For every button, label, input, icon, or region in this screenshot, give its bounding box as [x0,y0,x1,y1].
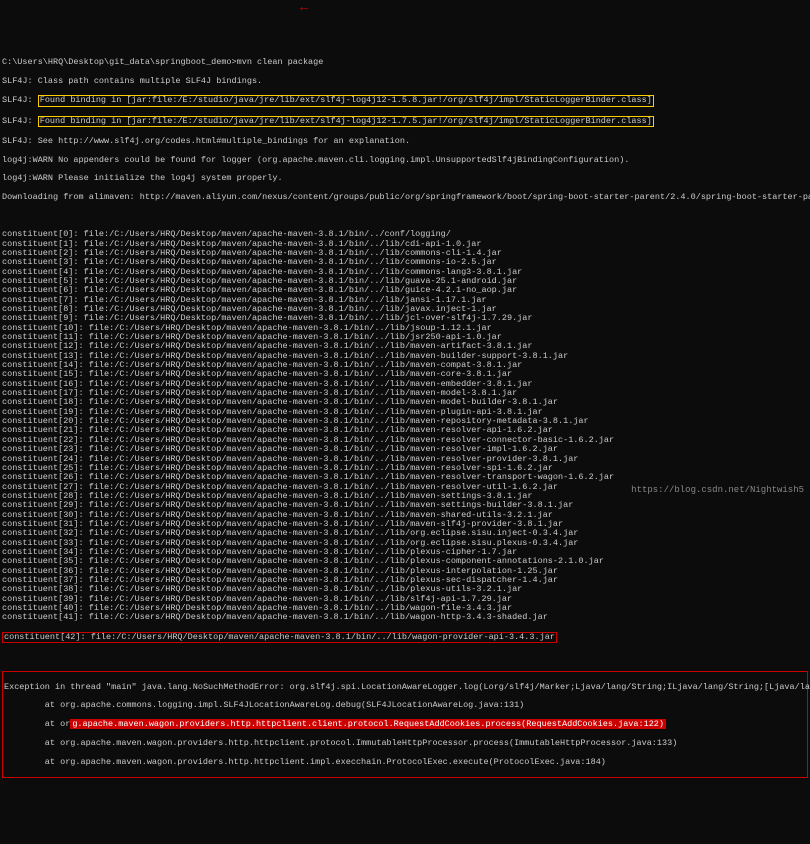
constituent-line: constituent[38]: file:/C:/Users/HRQ/Desk… [2,585,808,594]
constituent-line: constituent[41]: file:/C:/Users/HRQ/Desk… [2,613,808,622]
constituent-list: constituent[0]: file:/C:/Users/HRQ/Deskt… [2,230,808,622]
constituent-line-red: constituent[42]: file:/C:/Users/HRQ/Desk… [2,632,808,643]
slf4j-info-line: SLF4J: See http://www.slf4j.org/codes.ht… [2,137,808,146]
constituent-line: constituent[40]: file:/C:/Users/HRQ/Desk… [2,604,808,613]
exception-block: Exception in thread "main" java.lang.NoS… [2,671,808,778]
constituent-line: constituent[34]: file:/C:/Users/HRQ/Desk… [2,548,808,557]
constituent-line: constituent[32]: file:/C:/Users/HRQ/Desk… [2,529,808,538]
command-prompt-line: C:\Users\HRQ\Desktop\git_data\springboot… [2,58,808,67]
constituent-line: constituent[37]: file:/C:/Users/HRQ/Desk… [2,576,808,585]
constituent-line: constituent[30]: file:/C:/Users/HRQ/Desk… [2,511,808,520]
watermark-text: https://blog.csdn.net/Nightwish5 [631,486,804,496]
constituent-line: constituent[33]: file:/C:/Users/HRQ/Desk… [2,539,808,548]
log4j-warn-line: log4j:WARN No appenders could be found f… [2,156,808,165]
slf4j-binding-line: SLF4J: Found binding in [jar:file:/E:/st… [2,116,808,127]
constituent-line: constituent[31]: file:/C:/Users/HRQ/Desk… [2,520,808,529]
binding-highlight-2: Found binding in [jar:file:/E:/studio/ja… [38,116,654,127]
download-line: Downloading from alimaven: http://maven.… [2,193,808,202]
constituent-line: constituent[29]: file:/C:/Users/HRQ/Desk… [2,501,808,510]
stack-trace-line: at org.apache.commons.logging.impl.SLF4J… [4,701,806,710]
constituent-line: constituent[35]: file:/C:/Users/HRQ/Desk… [2,557,808,566]
constituent-line: constituent[36]: file:/C:/Users/HRQ/Desk… [2,567,808,576]
log4j-warn-line: log4j:WARN Please initialize the log4j s… [2,174,808,183]
constituent-line: constituent[39]: file:/C:/Users/HRQ/Desk… [2,595,808,604]
stack-trace-line: at org.apache.maven.wagon.providers.http… [4,758,806,767]
slf4j-binding-line: SLF4J: Found binding in [jar:file:/E:/st… [2,95,808,106]
slf4j-warning-line: SLF4J: Class path contains multiple SLF4… [2,77,808,86]
exception-line: Exception in thread "main" java.lang.NoS… [4,683,806,692]
stack-trace-line: at org.apache.maven.wagon.providers.http… [4,739,806,748]
stack-trace-line: at org.apache.maven.wagon.providers.http… [4,720,806,729]
terminal-output: C:\Users\HRQ\Desktop\git_data\springboot… [2,49,808,788]
binding-highlight-1: Found binding in [jar:file:/E:/studio/ja… [38,95,654,106]
annotation-arrow-icon: ← [300,1,308,16]
